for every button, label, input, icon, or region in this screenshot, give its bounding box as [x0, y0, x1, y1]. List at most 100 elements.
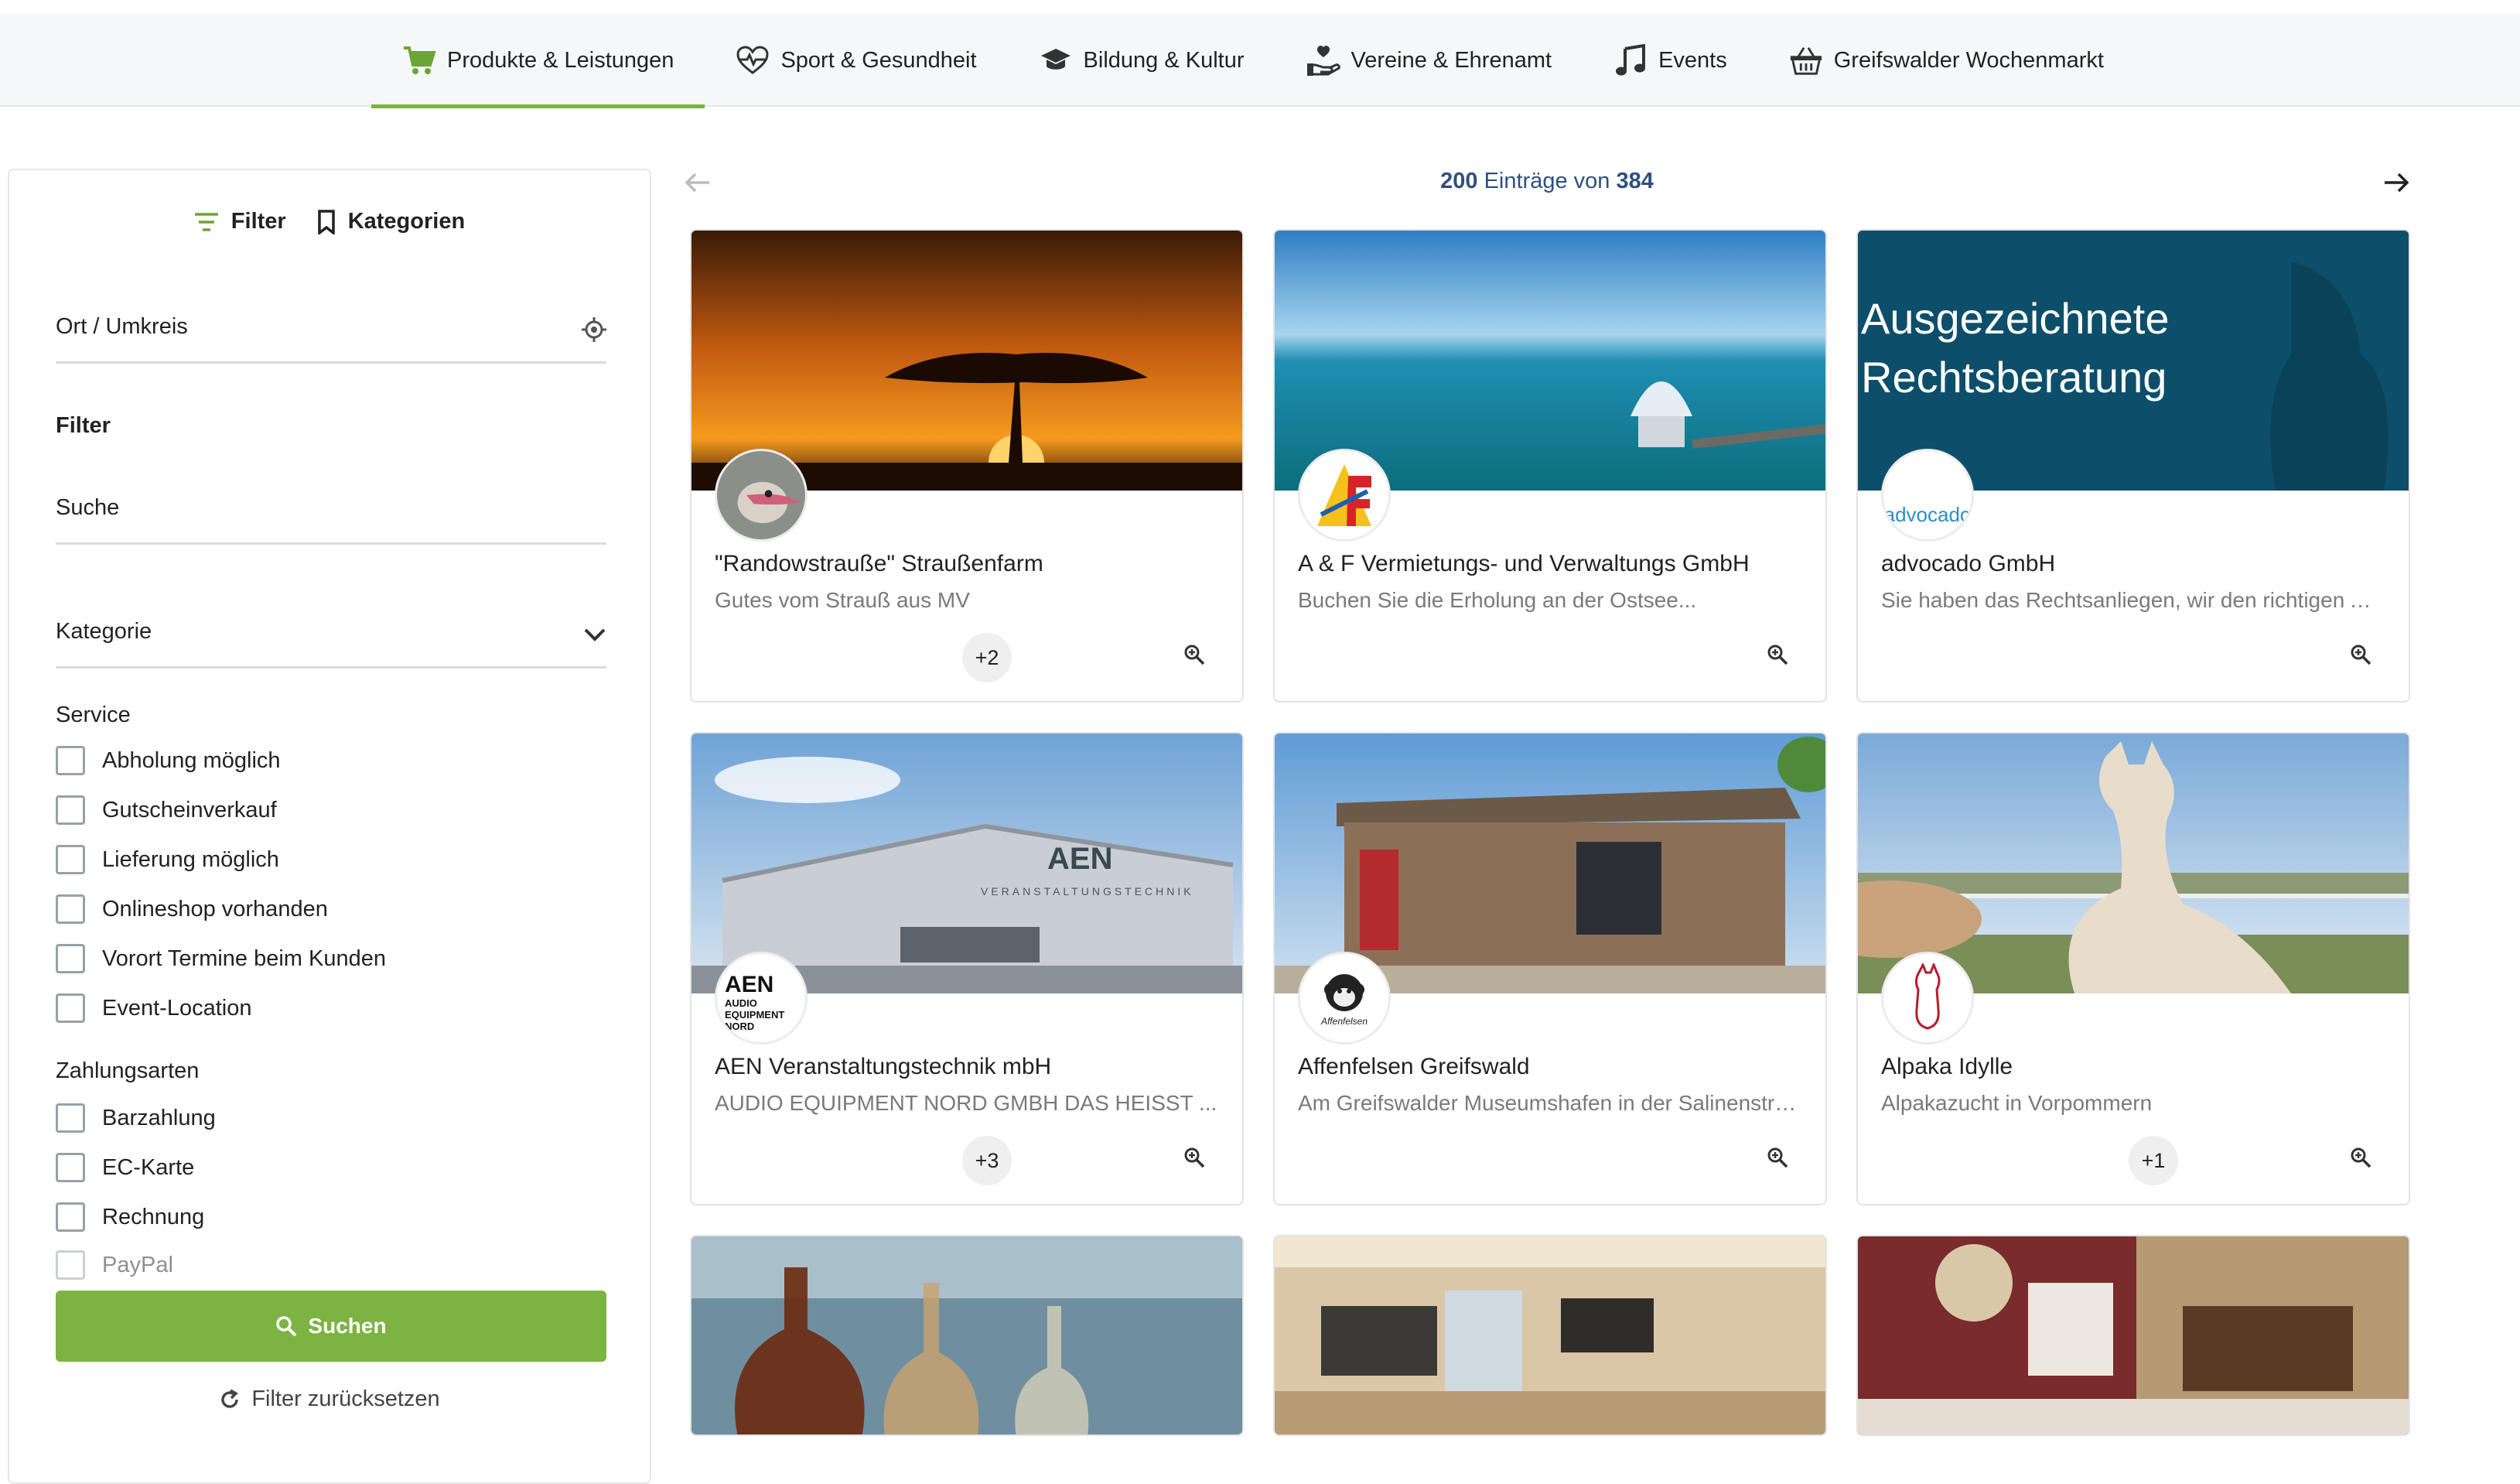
location-field[interactable]: Ort / Umkreis: [56, 286, 606, 364]
advocado-logo-avatar: advocado: [1881, 449, 1974, 542]
checkbox-label: Barzahlung: [102, 1105, 216, 1130]
nav-item-vereine-ehrenamt[interactable]: Vereine & Ehrenamt: [1275, 14, 1583, 107]
listing-card-interior[interactable]: [1856, 1235, 2410, 1436]
checkbox-label: Abholung möglich: [102, 747, 281, 773]
aen-logo-small-2: EQUIPMENT: [725, 1008, 785, 1021]
next-page-button[interactable]: [2373, 161, 2419, 207]
checkbox-box[interactable]: [56, 993, 85, 1023]
checkbox-label: Lieferung möglich: [102, 846, 279, 872]
checkbox-box[interactable]: [56, 795, 85, 825]
checkbox-paypal[interactable]: PayPal: [56, 1250, 173, 1280]
listing-card-alpaka[interactable]: Alpaka Idylle Alpakazucht in Vorpommern …: [1856, 732, 2410, 1205]
listing-card-cafe[interactable]: [1273, 1235, 1827, 1436]
card-image-bottles: [691, 1236, 1242, 1434]
search-button-label: Suchen: [308, 1314, 387, 1338]
card-image-cafe: [1275, 1236, 1825, 1434]
nav-label: Events: [1658, 47, 1727, 73]
category-label: Kategorie: [56, 619, 152, 644]
nav-item-produkte-leistungen[interactable]: Produkte & Leistungen: [371, 14, 705, 108]
banner-line-1: Ausgezeichnete: [1861, 294, 2170, 343]
prev-page-button[interactable]: [674, 161, 721, 207]
checkbox-label: Event-Location: [102, 995, 252, 1021]
zoom-in-icon[interactable]: [1183, 1147, 1205, 1168]
checkbox-label: Rechnung: [102, 1204, 205, 1229]
reset-filter-link[interactable]: Filter zurücksetzen: [9, 1387, 650, 1412]
checkbox-ec-karte[interactable]: EC-Karte: [56, 1153, 194, 1182]
checkbox-vorort[interactable]: Vorort Termine beim Kunden: [56, 944, 386, 973]
hand-heart-icon: [1306, 43, 1340, 77]
tab-kategorien[interactable]: Kategorien: [317, 209, 465, 234]
nav-label: Produkte & Leistungen: [447, 47, 674, 73]
listing-card-straussenfarm[interactable]: "Randowstraußе" Straußenfarm Gutes vom S…: [690, 229, 1244, 703]
checkbox-event-location[interactable]: Event-Location: [56, 993, 251, 1023]
checkbox-box[interactable]: [56, 894, 85, 924]
more-categories-badge[interactable]: +3: [962, 1136, 1012, 1185]
checkbox-abholung[interactable]: Abholung möglich: [56, 746, 281, 775]
listing-card-advocado[interactable]: Ausgezeichnete Rechtsberatung advocado a…: [1856, 229, 2410, 703]
alpaka-logo-avatar: [1881, 952, 1974, 1045]
zoom-in-icon[interactable]: [1183, 644, 1205, 665]
checkbox-box[interactable]: [56, 1153, 85, 1182]
listing-card-bottles[interactable]: [690, 1235, 1244, 1436]
results-shown: 200: [1440, 169, 1478, 193]
nav-item-bildung-kultur[interactable]: Bildung & Kultur: [1008, 14, 1275, 107]
checkbox-box[interactable]: [56, 1202, 85, 1232]
checkbox-rechnung[interactable]: Rechnung: [56, 1202, 204, 1232]
zoom-in-icon[interactable]: [1767, 644, 1788, 665]
tab-filter[interactable]: Filter: [194, 209, 286, 234]
af-logo-avatar: [1298, 449, 1391, 542]
refresh-icon: [219, 1388, 241, 1410]
zoom-in-icon[interactable]: [1767, 1147, 1788, 1168]
checkbox-label: EC-Karte: [102, 1154, 195, 1180]
aen-logo-small-1: AUDIO: [725, 997, 757, 1009]
main-navigation: Produkte & Leistungen Sport & Gesundheit…: [0, 14, 2520, 108]
more-categories-badge[interactable]: +1: [2129, 1136, 2178, 1185]
listing-card-aen[interactable]: AEN VERANSTALTUNGSTECHNIK AEN AUDIO EQUI…: [690, 732, 1244, 1205]
basket-icon: [1789, 43, 1823, 77]
search-field[interactable]: Suche: [56, 467, 606, 545]
building-sub-text: VERANSTALTUNGSTECHNIK: [981, 885, 1194, 898]
card-title: "Randowstraußе" Straußenfarm: [715, 551, 1043, 576]
checkbox-box[interactable]: [56, 845, 85, 874]
category-select[interactable]: Kategorie: [56, 591, 606, 668]
search-icon: [275, 1315, 297, 1337]
card-image-interior: [1858, 1236, 2409, 1434]
listing-card-affenfelsen[interactable]: Affenfelsen Affenfelsen Greifswald Am Gr…: [1273, 732, 1827, 1205]
checkbox-barzahlung[interactable]: Barzahlung: [56, 1103, 216, 1133]
checkbox-label: Onlineshop vorhanden: [102, 896, 328, 922]
checkbox-label: Vorort Termine beim Kunden: [102, 945, 387, 971]
music-note-icon: [1613, 43, 1648, 77]
arrow-left-icon: [685, 172, 711, 197]
tab-kategorien-label: Kategorien: [347, 209, 466, 234]
checkbox-lieferung[interactable]: Lieferung möglich: [56, 845, 279, 874]
card-subtitle: Alpakazucht in Vorpommern: [1881, 1091, 2153, 1115]
checkbox-box[interactable]: [56, 1103, 85, 1133]
card-title: Alpaka Idylle: [1881, 1054, 2013, 1079]
search-label: Suche: [56, 495, 120, 520]
affenfelsen-logo-avatar: Affenfelsen: [1298, 952, 1391, 1045]
zoom-in-icon[interactable]: [2350, 1147, 2371, 1168]
listing-card-af-vermietung[interactable]: A & F Vermietungs- und Verwaltungs GmbH …: [1273, 229, 1827, 703]
nav-label: Sport & Gesundheit: [780, 47, 977, 73]
more-categories-badge[interactable]: +2: [962, 633, 1012, 682]
checkbox-box[interactable]: [56, 746, 85, 775]
service-heading: Service: [56, 703, 131, 727]
nav-label: Vereine & Ehrenamt: [1350, 47, 1552, 73]
locate-target-icon[interactable]: [582, 317, 606, 346]
location-label: Ort / Umkreis: [56, 314, 188, 339]
arrow-right-icon: [2383, 172, 2409, 197]
building-logo-text: AEN: [1047, 842, 1113, 876]
nav-item-sport-gesundheit[interactable]: Sport & Gesundheit: [705, 14, 1007, 107]
checkbox-box[interactable]: [56, 1250, 85, 1280]
zoom-in-icon[interactable]: [2350, 644, 2371, 665]
nav-item-wochenmarkt[interactable]: Greifswalder Wochenmarkt: [1758, 14, 2135, 107]
checkbox-gutschein[interactable]: Gutscheinverkauf: [56, 795, 277, 825]
checkbox-onlineshop[interactable]: Onlineshop vorhanden: [56, 894, 328, 924]
filter-lines-icon: [194, 212, 219, 232]
ostrich-avatar: [715, 449, 808, 542]
nav-item-events[interactable]: Events: [1583, 14, 1758, 107]
search-button[interactable]: Suchen: [56, 1291, 606, 1362]
graduation-cap-icon: [1039, 43, 1073, 77]
results-total: 384: [1616, 169, 1654, 193]
checkbox-box[interactable]: [56, 944, 85, 973]
